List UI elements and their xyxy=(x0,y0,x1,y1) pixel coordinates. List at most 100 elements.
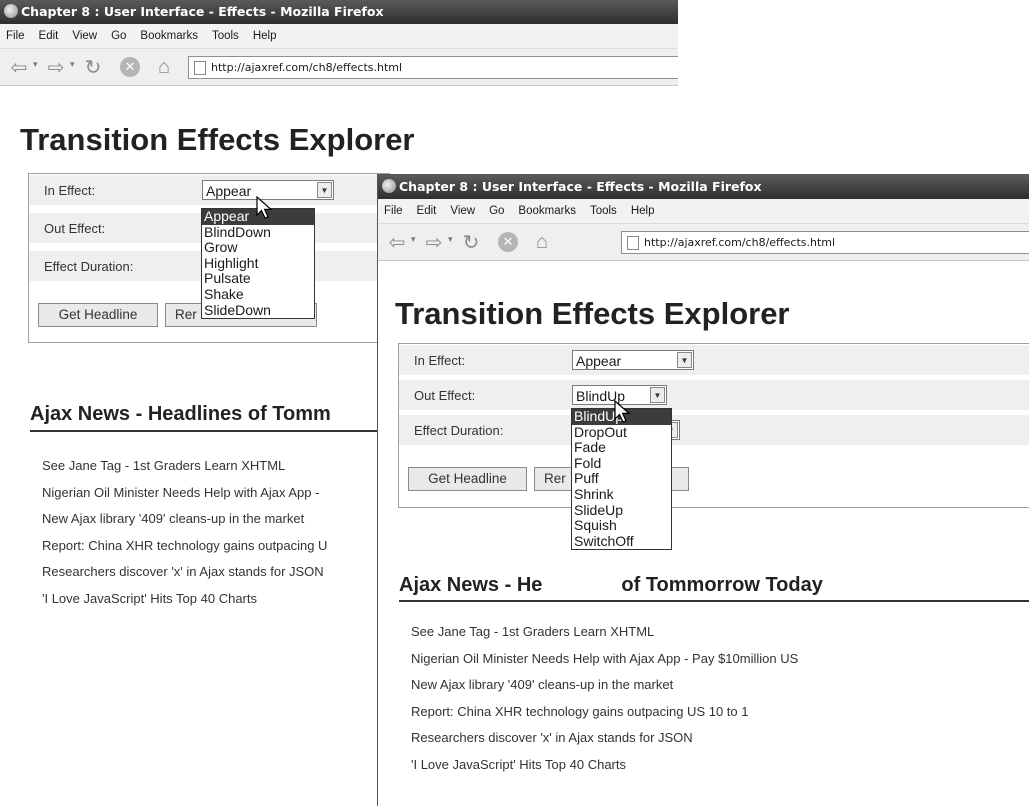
in-effect-label: In Effect: xyxy=(414,353,466,368)
reload-icon[interactable]: ↻ xyxy=(82,56,104,79)
headline-list: See Jane Tag - 1st Graders Learn XHTML N… xyxy=(42,458,327,618)
dropdown-option[interactable]: Shake xyxy=(202,286,314,303)
remove-headline-label: Rer xyxy=(175,307,197,322)
page-icon xyxy=(627,236,639,250)
title-bar: Chapter 8 : User Interface - Effects - M… xyxy=(378,175,1029,199)
forward-dropdown-icon[interactable]: ▾ xyxy=(70,59,75,70)
headline-item: Researchers discover 'x' in Ajax stands … xyxy=(411,730,693,746)
headline-item: Researchers discover 'x' in Ajax stands … xyxy=(42,564,324,580)
reload-icon[interactable]: ↻ xyxy=(460,231,482,254)
stop-icon[interactable]: ✕ xyxy=(120,57,140,77)
dropdown-option[interactable]: Puff xyxy=(572,471,671,487)
news-heading: Ajax News - Headlines of Tomm xyxy=(30,403,378,432)
stop-icon[interactable]: ✕ xyxy=(498,232,518,252)
in-effect-value: Appear xyxy=(206,183,252,199)
menu-bar: File Edit View Go Bookmarks Tools Help xyxy=(378,199,1029,224)
headline-item: See Jane Tag - 1st Graders Learn XHTML xyxy=(42,458,286,473)
mouse-cursor-icon xyxy=(256,196,273,219)
url-bar[interactable]: http://ajaxref.com/ch8/effects.html xyxy=(188,56,678,79)
menu-help[interactable]: Help xyxy=(631,205,655,217)
title-bar: Chapter 8 : User Interface - Effects - M… xyxy=(0,0,678,24)
dropdown-option[interactable]: SlideDown xyxy=(202,302,314,319)
headline-item: 'I Love JavaScript' Hits Top 40 Charts xyxy=(411,756,626,772)
dropdown-option[interactable]: SlideUp xyxy=(572,502,671,519)
dropdown-option[interactable]: BlindDown xyxy=(202,224,314,241)
menu-go[interactable]: Go xyxy=(111,30,126,42)
headline-item: Nigerian Oil Minister Needs Help with Aj… xyxy=(42,484,320,500)
headline-item: 'I Love JavaScript' Hits Top 40 Charts xyxy=(42,590,257,606)
forward-icon[interactable]: ⇨ xyxy=(423,231,445,254)
menu-tools[interactable]: Tools xyxy=(212,30,239,42)
headline-item: Nigerian Oil Minister Needs Help with Aj… xyxy=(411,650,799,666)
browser-window-front: Chapter 8 : User Interface - Effects - M… xyxy=(377,174,1029,806)
window-title: Chapter 8 : User Interface - Effects - M… xyxy=(21,4,384,19)
news-heading-part2: of Tommorrow Today xyxy=(621,574,823,596)
headline-item: Report: China XHR technology gains outpa… xyxy=(42,537,328,553)
controls-panel: In Effect: Appear ▼ Out Effect: BlindUp … xyxy=(398,343,1029,508)
duration-label: Effect Duration: xyxy=(414,423,504,438)
duration-label: Effect Duration: xyxy=(44,259,134,274)
menu-help[interactable]: Help xyxy=(253,30,277,42)
firefox-icon xyxy=(382,179,396,193)
remove-headline-label: Rer xyxy=(544,471,566,486)
menu-tools[interactable]: Tools xyxy=(590,205,617,217)
menu-bar: File Edit View Go Bookmarks Tools Help xyxy=(0,24,678,49)
back-dropdown-icon[interactable]: ▾ xyxy=(411,234,416,245)
in-effect-row: In Effect: Appear ▼ xyxy=(399,344,1029,375)
menu-file[interactable]: File xyxy=(6,30,25,42)
in-effect-value: Appear xyxy=(576,353,622,369)
in-effect-select[interactable]: Appear ▼ xyxy=(572,350,694,370)
dropdown-option[interactable]: SwitchOff xyxy=(572,533,671,550)
dropdown-option[interactable]: Pulsate xyxy=(202,271,314,287)
menu-view[interactable]: View xyxy=(450,205,475,217)
dropdown-option[interactable]: Shrink xyxy=(572,486,671,503)
navigation-toolbar: ⇦ ▾ ⇨ ▾ ↻ ✕ ⌂ http://ajaxref.com/ch8/eff… xyxy=(378,224,1029,261)
home-icon[interactable]: ⌂ xyxy=(153,56,175,78)
url-text: http://ajaxref.com/ch8/effects.html xyxy=(644,236,836,249)
in-effect-dropdown[interactable]: Appear BlindDown Grow Highlight Pulsate … xyxy=(201,208,315,320)
home-icon[interactable]: ⌂ xyxy=(531,231,553,253)
menu-bookmarks[interactable]: Bookmarks xyxy=(140,30,198,42)
page-icon xyxy=(194,61,206,75)
back-dropdown-icon[interactable]: ▾ xyxy=(33,59,38,70)
in-effect-label: In Effect: xyxy=(44,183,96,198)
news-heading: Ajax News - He of Tommorrow Today xyxy=(399,574,1029,602)
menu-file[interactable]: File xyxy=(384,205,403,217)
dropdown-option[interactable]: Fold xyxy=(572,455,671,472)
dropdown-option[interactable]: Grow xyxy=(202,240,314,256)
out-effect-dropdown[interactable]: BlindUp DropOut Fade Fold Puff Shrink Sl… xyxy=(571,408,672,551)
menu-view[interactable]: View xyxy=(72,30,97,42)
dropdown-option[interactable]: DropOut xyxy=(572,424,671,441)
forward-icon[interactable]: ⇨ xyxy=(45,56,67,79)
headline-item: See Jane Tag - 1st Graders Learn XHTML xyxy=(411,624,655,639)
headline-list: See Jane Tag - 1st Graders Learn XHTML N… xyxy=(411,624,798,784)
back-icon[interactable]: ⇦ xyxy=(386,231,408,254)
dropdown-option[interactable]: Squish xyxy=(572,518,671,534)
get-headline-button[interactable]: Get Headline xyxy=(408,467,527,491)
menu-go[interactable]: Go xyxy=(489,205,504,217)
dropdown-option[interactable]: Fade xyxy=(572,440,671,456)
select-arrow-icon[interactable]: ▼ xyxy=(317,182,332,198)
menu-bookmarks[interactable]: Bookmarks xyxy=(518,205,576,217)
back-icon[interactable]: ⇦ xyxy=(8,56,30,79)
forward-dropdown-icon[interactable]: ▾ xyxy=(448,234,453,245)
select-arrow-icon[interactable]: ▼ xyxy=(677,352,692,368)
menu-edit[interactable]: Edit xyxy=(39,30,59,42)
get-headline-button[interactable]: Get Headline xyxy=(38,303,158,327)
news-heading-part1: Ajax News - He xyxy=(399,574,543,596)
navigation-toolbar: ⇦ ▾ ⇨ ▾ ↻ ✕ ⌂ http://ajaxref.com/ch8/eff… xyxy=(0,49,678,86)
firefox-icon xyxy=(4,4,18,18)
out-effect-label: Out Effect: xyxy=(44,221,106,236)
headline-item: Report: China XHR technology gains outpa… xyxy=(411,703,749,719)
headline-item: New Ajax library '409' cleans-up in the … xyxy=(411,677,674,693)
select-arrow-icon[interactable]: ▼ xyxy=(650,387,665,403)
mouse-cursor-icon xyxy=(614,400,631,423)
dropdown-option[interactable]: Highlight xyxy=(202,255,314,272)
duration-row: Effect Duration: ▼ xyxy=(399,414,1029,445)
headline-item: New Ajax library '409' cleans-up in the … xyxy=(42,511,305,527)
url-bar[interactable]: http://ajaxref.com/ch8/effects.html xyxy=(621,231,1029,254)
page-title: Transition Effects Explorer xyxy=(395,296,790,331)
menu-edit[interactable]: Edit xyxy=(417,205,437,217)
out-effect-row: Out Effect: BlindUp ▼ xyxy=(399,379,1029,410)
out-effect-label: Out Effect: xyxy=(414,388,476,403)
